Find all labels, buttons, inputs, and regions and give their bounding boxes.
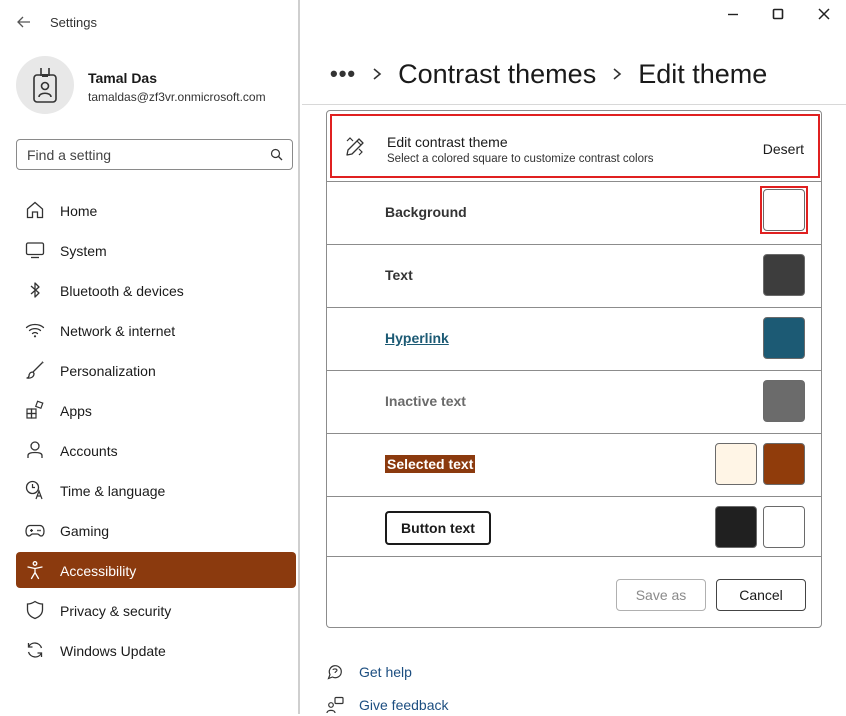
edit-theme-title: Edit contrast theme — [387, 134, 508, 150]
selected-text-label: Selected text — [385, 455, 476, 473]
edit-theme-header: Edit contrast theme Select a colored squ… — [330, 114, 820, 178]
color-row-inactive-text: Inactive text — [327, 370, 821, 433]
color-row-button-text: Button text — [327, 496, 821, 559]
sidebar-item-label: Gaming — [60, 523, 110, 539]
search-input[interactable]: Find a setting — [16, 139, 293, 170]
color-row-hyperlink: Hyperlink — [327, 307, 821, 370]
sidebar-item-accessibility[interactable]: Accessibility — [16, 552, 296, 588]
shield-icon — [25, 600, 45, 620]
bluetooth-icon — [25, 280, 45, 300]
button-text-color-swatch[interactable] — [763, 506, 805, 548]
sidebar-item-label: Apps — [60, 403, 92, 419]
sidebar-item-network[interactable]: Network & internet — [16, 312, 296, 348]
page-title: Edit theme — [638, 58, 768, 89]
sidebar-item-bluetooth[interactable]: Bluetooth & devices — [16, 272, 296, 308]
sidebar-item-label: System — [60, 243, 107, 259]
inactive-text-label: Inactive text — [385, 393, 466, 409]
sidebar-item-time-language[interactable]: Time & language — [16, 472, 296, 508]
sidebar-item-personalization[interactable]: Personalization — [16, 352, 296, 388]
edit-theme-subtitle: Select a colored square to customize con… — [387, 153, 654, 165]
sidebar-nav: Home System Bluetooth & devices Network … — [16, 192, 296, 672]
feedback-icon — [326, 696, 344, 714]
hyperlink-color-swatch[interactable] — [763, 317, 805, 359]
text-label: Text — [385, 267, 413, 283]
sidebar-item-label: Bluetooth & devices — [60, 283, 184, 299]
background-label: Background — [385, 204, 467, 220]
edit-theme-card: Edit contrast theme Select a colored squ… — [326, 110, 822, 628]
get-help-label: Get help — [359, 664, 412, 680]
color-row-selected-text: Selected text — [327, 433, 821, 496]
sidebar-item-label: Accessibility — [60, 563, 137, 579]
search-icon[interactable] — [270, 148, 283, 161]
save-as-button[interactable]: Save as — [616, 579, 706, 611]
pencil-ruler-icon — [344, 136, 366, 158]
sidebar-item-label: Network & internet — [60, 323, 176, 339]
gamepad-icon — [25, 520, 45, 540]
sidebar-item-label: Time & language — [60, 483, 166, 499]
sidebar-divider — [298, 0, 300, 714]
search-placeholder: Find a setting — [27, 147, 112, 163]
sidebar-item-privacy[interactable]: Privacy & security — [16, 592, 296, 628]
background-color-swatch[interactable] — [763, 189, 805, 231]
wifi-icon — [25, 320, 45, 340]
sidebar-item-windows-update[interactable]: Windows Update — [16, 632, 296, 668]
badge-person-icon — [33, 68, 57, 103]
help-chat-icon — [326, 663, 344, 681]
edit-theme-actions: Save as Cancel — [327, 556, 821, 629]
sidebar-item-label: Privacy & security — [60, 603, 172, 619]
chevron-right-icon — [612, 67, 622, 81]
selected-text-color-swatch[interactable] — [763, 443, 805, 485]
back-arrow-icon[interactable] — [14, 12, 34, 32]
chevron-right-icon — [372, 67, 382, 81]
avatar[interactable] — [16, 56, 74, 114]
selected-background-color-swatch[interactable] — [715, 443, 757, 485]
selected-text-sample: Selected text — [385, 455, 476, 473]
user-email: tamaldas@zf3vr.onmicrosoft.com — [88, 90, 266, 104]
breadcrumb-more-button[interactable]: ••• — [330, 61, 356, 87]
give-feedback-label: Give feedback — [359, 697, 449, 713]
maximize-icon[interactable] — [770, 6, 786, 22]
sidebar-item-gaming[interactable]: Gaming — [16, 512, 296, 548]
sidebar: Settings Tamal Das tamaldas@zf3vr.onmicr… — [0, 0, 298, 714]
theme-name: Desert — [762, 141, 804, 157]
minimize-icon[interactable] — [725, 6, 741, 22]
accessibility-icon — [25, 560, 45, 580]
sidebar-item-system[interactable]: System — [16, 232, 296, 268]
sidebar-item-label: Personalization — [60, 363, 156, 379]
update-icon — [25, 640, 45, 660]
header-divider — [302, 104, 846, 105]
button-background-color-swatch[interactable] — [715, 506, 757, 548]
monitor-icon — [25, 240, 45, 260]
app-title: Settings — [50, 15, 97, 30]
sidebar-item-home[interactable]: Home — [16, 192, 296, 228]
cancel-button[interactable]: Cancel — [716, 579, 806, 611]
breadcrumb-parent-link[interactable]: Contrast themes — [398, 59, 596, 90]
sidebar-item-label: Windows Update — [60, 643, 166, 659]
inactive-text-color-swatch[interactable] — [763, 380, 805, 422]
person-icon — [25, 440, 45, 460]
close-icon[interactable] — [816, 6, 832, 22]
color-row-background: Background — [327, 181, 821, 244]
home-icon — [25, 200, 45, 220]
breadcrumb: ••• Contrast themes Edit theme — [330, 56, 767, 92]
user-name: Tamal Das — [88, 70, 157, 86]
brush-icon — [25, 360, 45, 380]
color-row-text: Text — [327, 244, 821, 307]
sidebar-item-apps[interactable]: Apps — [16, 392, 296, 428]
text-color-swatch[interactable] — [763, 254, 805, 296]
hyperlink-label: Hyperlink — [385, 330, 449, 346]
sidebar-item-label: Accounts — [60, 443, 118, 459]
sidebar-item-label: Home — [60, 203, 98, 219]
clock-language-icon — [25, 480, 45, 500]
sidebar-item-accounts[interactable]: Accounts — [16, 432, 296, 468]
button-text-sample: Button text — [385, 511, 491, 545]
apps-icon — [25, 400, 45, 420]
